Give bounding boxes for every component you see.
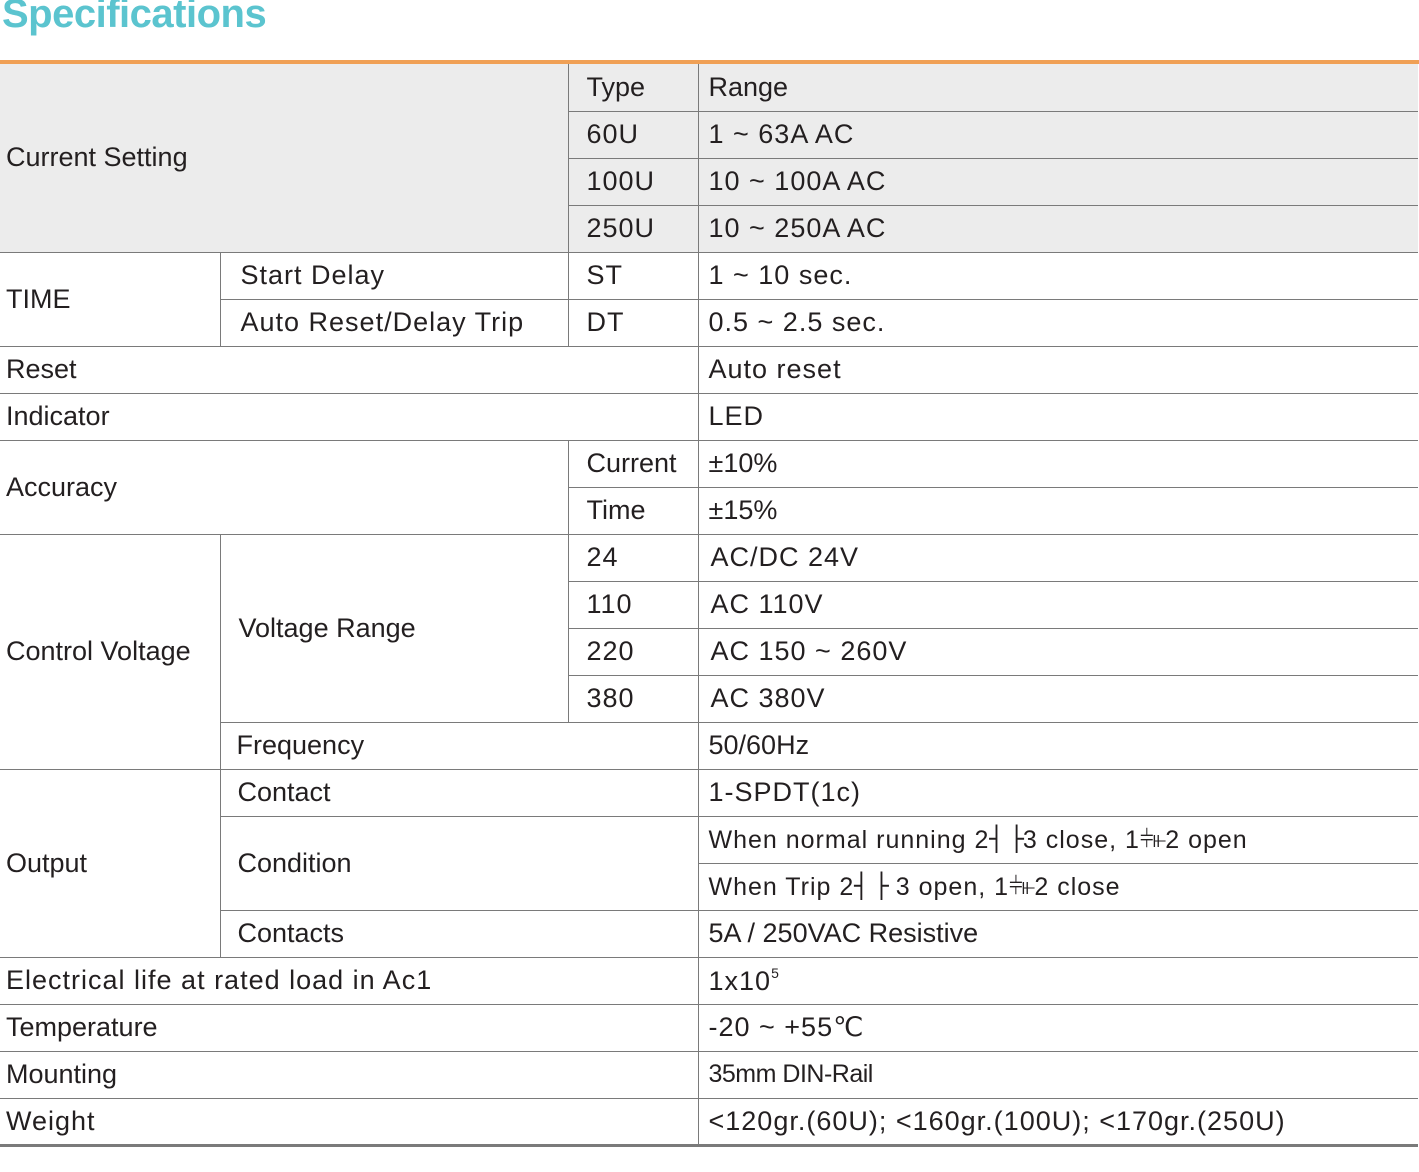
time-value-cell: 1 ~ 10 sec. [697,252,1418,300]
time-code-cell: ST [567,252,698,300]
specifications-table: Current Setting Type Range 60U 1 ~ 63A A… [0,64,1418,1147]
accuracy-name-cell: Time [567,487,698,535]
row-label-output: Output [0,769,220,958]
table-row: Current Setting Type Range [0,64,1418,253]
voltage-range-label: Voltage Range [219,534,568,723]
contacts-label: Contacts [219,910,698,958]
condition-trip-mid: 3 open, 1 [887,872,1010,901]
voltage-code-cell: 220 [567,628,698,676]
accuracy-name-cell: Current [567,440,698,488]
table-row: Electrical life at rated load in Ac1 1x1… [0,957,1418,1005]
electrical-life-base: 1x10 [708,965,772,996]
range-cell: 10 ~ 100A AC [697,158,1418,206]
voltage-code-cell: 380 [567,675,698,723]
type-cell: 60U [567,111,698,159]
normally-open-contact-icon: ┤ ├ [854,871,889,900]
voltage-value-cell: AC 110V [697,581,1418,629]
table-row: Weight <120gr.(60U); <160gr.(100U); <170… [0,1098,1418,1147]
electrical-life-value: 1x105 [697,957,1418,1005]
voltage-value-cell: AC/DC 24V [697,534,1418,582]
voltage-value-cell: AC 150 ~ 260V [697,628,1418,676]
voltage-code-cell: 24 [567,534,698,582]
page-title: Specifications [2,0,267,36]
electrical-life-exponent: 5 [771,964,780,981]
table-row: Mounting 35mm DIN-Rail [0,1051,1418,1099]
time-name-cell: Start Delay [219,252,568,300]
time-value-cell: 0.5 ~ 2.5 sec. [697,299,1418,347]
indicator-value: LED [697,393,1418,441]
voltage-code-cell: 110 [567,581,698,629]
row-label-indicator: Indicator [0,393,698,441]
range-cell: 10 ~ 250A AC [697,205,1418,253]
condition-normal-mid: 3 close, 1 [1022,825,1140,854]
normally-closed-contact-icon: ⫩⫦ [1139,824,1166,853]
accuracy-value-cell: ±10% [697,440,1418,488]
normally-open-contact-icon: ┤ ├ [989,824,1024,853]
frequency-label: Frequency [219,722,698,770]
table-row: Temperature -20 ~ +55℃ [0,1004,1418,1052]
table-row: Indicator LED [0,393,1418,441]
voltage-value-cell: AC 380V [697,675,1418,723]
condition-trip: When Trip 2┤ ├ 3 open, 1⫩⫦2 close [697,863,1418,911]
row-label-control-voltage: Control Voltage [0,534,220,770]
contact-value: 1-SPDT(1c) [697,769,1418,817]
condition-normal-prefix: When normal running 2 [708,825,990,854]
time-code-cell: DT [567,299,698,347]
contacts-value: 5A / 250VAC Resistive [697,910,1418,958]
condition-label: Condition [219,816,698,911]
type-cell: 100U [567,158,698,206]
row-label-accuracy: Accuracy [0,440,568,535]
row-label-electrical-life: Electrical life at rated load in Ac1 [0,957,698,1005]
reset-value: Auto reset [697,346,1418,394]
condition-normal: When normal running 2┤ ├3 close, 1⫩⫦2 op… [697,816,1418,864]
range-header: Range [697,64,1418,112]
table-row: Accuracy Current ±10% [0,440,1418,535]
range-cell: 1 ~ 63A AC [697,111,1418,159]
accuracy-value-cell: ±15% [697,487,1418,535]
row-label-time: TIME [0,252,220,347]
row-label-current-setting: Current Setting [0,64,568,253]
temperature-value: -20 ~ +55℃ [697,1004,1418,1052]
type-header: Type [567,64,698,112]
table-row: Reset Auto reset [0,346,1418,394]
table-row: Control Voltage Voltage Range 24 AC/DC 2… [0,534,1418,770]
row-label-mounting: Mounting [0,1051,698,1099]
type-cell: 250U [567,205,698,253]
table-row: TIME Start Delay ST 1 ~ 10 sec. [0,252,1418,347]
time-name-cell: Auto Reset/Delay Trip [219,299,568,347]
table-row: Output Contact 1-SPDT(1c) [0,769,1418,958]
row-label-temperature: Temperature [0,1004,698,1052]
mounting-value: 35mm DIN-Rail [697,1051,1418,1099]
condition-trip-prefix: When Trip 2 [708,872,855,901]
contact-label: Contact [219,769,698,817]
row-label-reset: Reset [0,346,698,394]
condition-trip-suffix: 2 close [1034,872,1121,901]
weight-value: <120gr.(60U); <160gr.(100U); <170gr.(250… [697,1098,1418,1147]
row-label-weight: Weight [0,1098,698,1147]
normally-closed-contact-icon: ⫩⫦ [1009,871,1035,900]
condition-normal-suffix: 2 open [1165,825,1248,854]
frequency-value: 50/60Hz [697,722,1418,770]
